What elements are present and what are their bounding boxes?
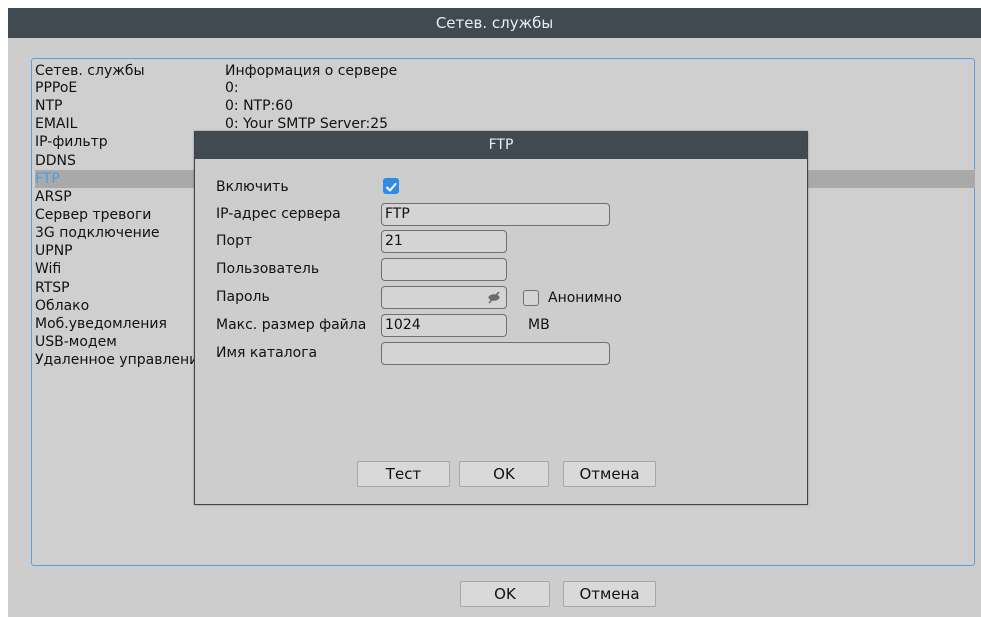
ok-button[interactable]: OK: [459, 461, 549, 487]
hide-password-icon[interactable]: [487, 291, 501, 304]
service-name: UPNP: [35, 243, 73, 260]
ftp-dialog-title: FTP: [195, 132, 807, 159]
service-name: RTSP: [35, 279, 70, 296]
directory-name-field[interactable]: [381, 342, 610, 365]
cancel-button[interactable]: Отмена: [563, 581, 656, 607]
max-file-size-label: Макс. размер файла: [216, 317, 367, 333]
anonymous-checkbox[interactable]: [523, 290, 539, 306]
username-label: Пользователь: [216, 261, 320, 277]
max-file-size-unit: MB: [528, 317, 550, 333]
list-item[interactable]: NTP 0: NTP:60: [35, 97, 975, 115]
password-label: Пароль: [216, 289, 270, 305]
ok-button[interactable]: OK: [460, 581, 550, 607]
service-name: Облако: [35, 297, 90, 314]
enable-label: Включить: [216, 179, 289, 195]
service-name: Wifi: [35, 261, 62, 278]
list-item[interactable]: PPPoE 0:: [35, 79, 975, 97]
server-address-label: IP-адрес сервера: [216, 206, 341, 222]
password-field[interactable]: [381, 286, 507, 309]
service-name: Моб.уведомления: [35, 315, 167, 332]
window-title: Сетев. службы: [8, 8, 981, 38]
service-name: FTP: [35, 170, 60, 187]
directory-name-label: Имя каталога: [216, 345, 318, 361]
service-name: IP-фильтр: [35, 134, 108, 151]
test-button[interactable]: Тест: [357, 461, 450, 487]
server-address-field[interactable]: FTP: [381, 203, 610, 226]
service-name: 3G подключение: [35, 225, 160, 242]
checkmark-icon: [386, 183, 397, 192]
enable-checkbox[interactable]: [383, 178, 399, 194]
service-name: USB-модем: [35, 333, 117, 350]
service-name: DDNS: [35, 152, 76, 169]
service-info: 0: NTP:60: [225, 98, 294, 115]
cancel-button[interactable]: Отмена: [563, 461, 656, 487]
service-name: ARSP: [35, 188, 72, 205]
column-header-info: Информация о сервере: [225, 63, 398, 79]
max-file-size-field[interactable]: 1024: [381, 314, 507, 337]
port-field[interactable]: 21: [381, 230, 507, 253]
column-header-service: Сетев. службы: [35, 63, 145, 79]
service-name: NTP: [35, 98, 63, 115]
anonymous-label: Анонимно: [548, 290, 622, 306]
username-field[interactable]: [381, 258, 507, 281]
service-name: Сервер тревоги: [35, 206, 152, 223]
service-info: 0:: [225, 80, 239, 96]
ftp-dialog: FTP Включить IP-адрес сервера FTP Порт 2…: [194, 131, 808, 505]
service-name: Удаленное управление: [35, 352, 203, 369]
service-name: PPPoE: [35, 80, 78, 96]
port-label: Порт: [216, 233, 253, 249]
service-name: EMAIL: [35, 116, 78, 133]
